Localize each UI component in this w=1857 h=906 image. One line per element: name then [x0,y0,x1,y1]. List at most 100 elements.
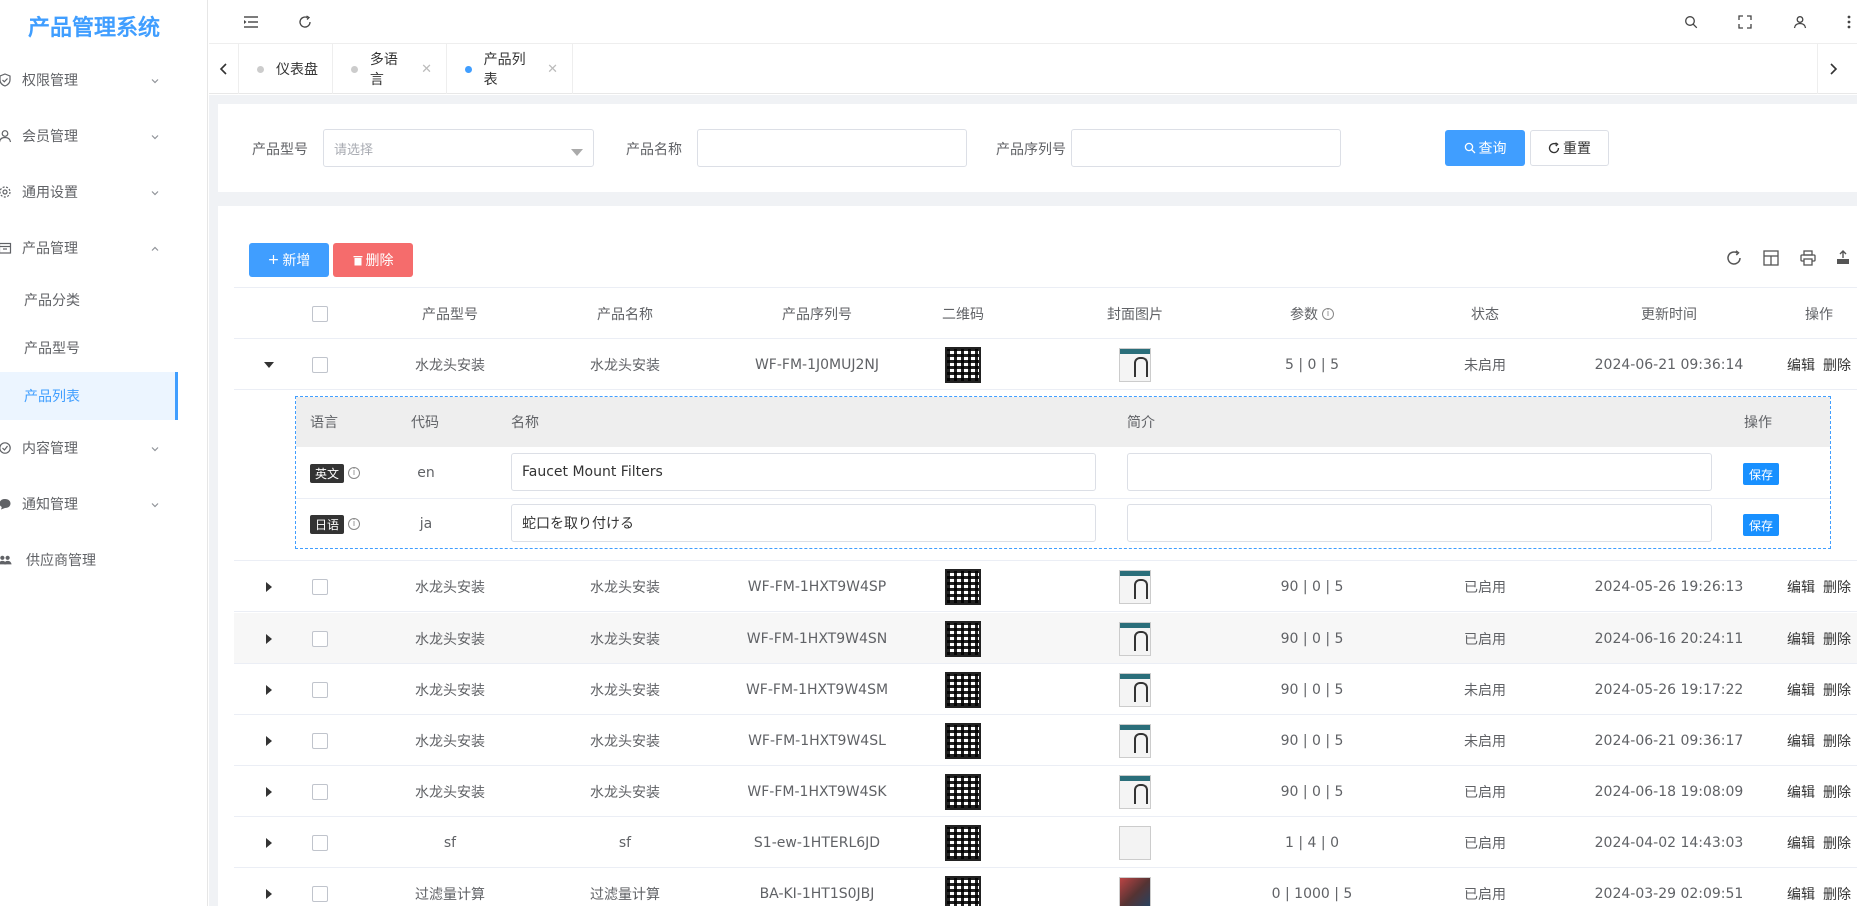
cover-image[interactable] [1075,664,1195,715]
fullscreen-icon[interactable] [1735,12,1755,32]
tab-product-list[interactable]: 产品列表 ✕ [447,44,573,94]
edit-link[interactable]: 编辑 [1787,731,1815,751]
edit-link[interactable]: 编辑 [1787,355,1815,375]
cover-image[interactable] [1075,339,1195,390]
query-button[interactable]: 查询 [1445,130,1525,166]
delete-link[interactable]: 删除 [1823,731,1851,751]
qr-code-image[interactable] [918,613,1008,664]
edit-link[interactable]: 编辑 [1787,833,1815,853]
search-icon[interactable] [1681,12,1701,32]
delete-link[interactable]: 删除 [1823,355,1851,375]
sidebar-item-content-management[interactable]: 内容管理 [0,420,207,476]
model-select[interactable]: 请选择 [323,129,594,167]
edit-link[interactable]: 编辑 [1787,782,1815,802]
row-checkbox[interactable] [310,715,330,766]
sidebar-subitem-product-list[interactable]: 产品列表 [0,372,178,420]
col-qrcode[interactable]: 二维码 [918,288,1008,340]
expand-toggle[interactable] [254,715,284,766]
col-updated[interactable]: 更新时间 [1579,288,1759,340]
expand-toggle[interactable] [254,817,284,868]
cover-image[interactable] [1075,766,1195,817]
more-vertical-icon[interactable] [1843,12,1855,32]
expand-toggle[interactable] [254,339,284,390]
col-model[interactable]: 产品型号 [377,288,523,340]
table-row[interactable]: 水龙头安装 水龙头安装 WF-FM-1HXT9W4SK 90 | 0 | 5 已… [234,766,1857,817]
edit-link[interactable]: 编辑 [1787,884,1815,904]
refresh-icon[interactable] [1724,248,1744,268]
menu-fold-icon[interactable] [241,12,261,32]
table-row[interactable]: 过滤量计算 过滤量计算 BA-KI-1HT1S0JBJ 0 | 1000 | 5… [234,868,1857,906]
select-all-checkbox[interactable] [310,288,330,340]
translation-intro-input[interactable] [1127,504,1712,542]
close-icon[interactable]: ✕ [547,62,558,77]
qr-code-image[interactable] [918,664,1008,715]
info-icon[interactable]: i [348,518,361,530]
sidebar-item-members[interactable]: 会员管理 [0,108,207,164]
cover-image[interactable] [1075,817,1195,868]
col-params[interactable]: 参数 i [1267,288,1357,340]
edit-link[interactable]: 编辑 [1787,629,1815,649]
edit-link[interactable]: 编辑 [1787,680,1815,700]
col-status[interactable]: 状态 [1445,288,1525,340]
delete-link[interactable]: 删除 [1823,884,1851,904]
add-button[interactable]: + 新增 [249,243,329,277]
row-checkbox[interactable] [310,339,330,390]
reset-button[interactable]: 重置 [1530,130,1609,166]
tab-dashboard[interactable]: 仪表盘 [239,44,333,94]
expand-toggle[interactable] [254,561,284,612]
sidebar-item-permissions[interactable]: 权限管理 [0,52,207,108]
row-checkbox[interactable] [310,817,330,868]
print-icon[interactable] [1798,248,1818,268]
serial-input[interactable] [1071,129,1341,167]
row-checkbox[interactable] [310,664,330,715]
sidebar-subitem-product-model[interactable]: 产品型号 [0,324,178,372]
cover-image[interactable] [1075,868,1195,906]
sidebar-item-product-management[interactable]: 产品管理 [0,220,207,276]
table-row[interactable]: 水龙头安装 水龙头安装 WF-FM-1HXT9W4SN 90 | 0 | 5 已… [234,613,1857,664]
sidebar-subitem-product-category[interactable]: 产品分类 [0,276,178,324]
table-row[interactable]: sf sf S1-ew-1HTERL6JD 1 | 4 | 0 已启用 2024… [234,817,1857,868]
table-row[interactable]: 水龙头安装 水龙头安装 WF-FM-1HXT9W4SM 90 | 0 | 5 未… [234,664,1857,715]
qr-code-image[interactable] [918,561,1008,612]
row-checkbox[interactable] [310,613,330,664]
close-icon[interactable]: ✕ [421,62,432,77]
translation-name-input[interactable]: 蛇口を取り付ける [511,504,1096,542]
delete-button[interactable]: 删除 [333,243,413,277]
refresh-icon[interactable] [295,12,315,32]
delete-link[interactable]: 删除 [1823,833,1851,853]
tab-scroll-right[interactable] [1817,44,1847,94]
info-icon[interactable]: i [348,467,361,479]
save-button[interactable]: 保存 [1743,514,1779,536]
qr-code-image[interactable] [918,817,1008,868]
delete-link[interactable]: 删除 [1823,680,1851,700]
col-serial[interactable]: 产品序列号 [719,288,915,340]
expand-toggle[interactable] [254,868,284,906]
expand-toggle[interactable] [254,664,284,715]
delete-link[interactable]: 删除 [1823,782,1851,802]
edit-link[interactable]: 编辑 [1787,577,1815,597]
tab-multilanguage[interactable]: 多语言 ✕ [333,44,447,94]
qr-code-image[interactable] [918,766,1008,817]
translation-name-input[interactable]: Faucet Mount Filters [511,453,1096,491]
translation-intro-input[interactable] [1127,453,1712,491]
expand-toggle[interactable] [254,766,284,817]
columns-icon[interactable] [1761,248,1781,268]
cover-image[interactable] [1075,715,1195,766]
row-checkbox[interactable] [310,868,330,906]
sidebar-item-suppliers[interactable]: 供应商管理 [0,532,207,588]
table-row[interactable]: 水龙头安装 水龙头安装 WF-FM-1J0MUJ2NJ 5 | 0 | 5 未启… [234,339,1857,390]
table-row[interactable]: 水龙头安装 水龙头安装 WF-FM-1HXT9W4SP 90 | 0 | 5 已… [234,561,1857,612]
export-icon[interactable] [1833,248,1853,268]
cover-image[interactable] [1075,613,1195,664]
delete-link[interactable]: 删除 [1823,577,1851,597]
qr-code-image[interactable] [918,868,1008,906]
col-name[interactable]: 产品名称 [552,288,698,340]
table-row[interactable]: 水龙头安装 水龙头安装 WF-FM-1HXT9W4SL 90 | 0 | 5 未… [234,715,1857,766]
col-cover[interactable]: 封面图片 [1075,288,1195,340]
row-checkbox[interactable] [310,766,330,817]
save-button[interactable]: 保存 [1743,463,1779,485]
sidebar-item-notifications[interactable]: 通知管理 [0,476,207,532]
qr-code-image[interactable] [918,339,1008,390]
qr-code-image[interactable] [918,715,1008,766]
name-input[interactable] [697,129,967,167]
